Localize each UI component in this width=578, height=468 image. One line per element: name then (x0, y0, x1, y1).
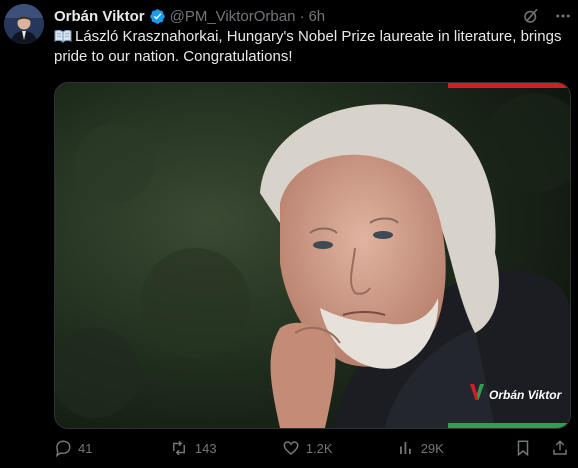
tweet-text: László Krasznahorkai, Hungary's Nobel Pr… (54, 27, 574, 67)
flag-stripe-red (448, 83, 570, 88)
more-options-icon[interactable] (554, 7, 572, 25)
like-button[interactable]: 1.2K (282, 439, 397, 457)
author-handle[interactable]: @PM_ViktorOrban (170, 8, 296, 25)
reply-button[interactable]: 41 (54, 439, 169, 457)
flag-stripe-green (448, 423, 570, 428)
portrait-photo (55, 83, 570, 428)
analytics-icon (397, 439, 415, 457)
tweet-timestamp[interactable]: 6h (308, 8, 325, 25)
repost-icon (169, 439, 189, 457)
repost-count: 143 (194, 440, 217, 456)
v-logo-icon (469, 383, 485, 406)
bookmark-icon (514, 439, 532, 457)
heart-icon (282, 439, 300, 457)
bookmark-button[interactable] (514, 439, 533, 457)
open-book-icon (54, 29, 72, 44)
reply-count: 41 (78, 440, 93, 456)
watermark-text: Orbán Viktor (489, 387, 562, 402)
share-icon (551, 439, 569, 457)
verified-badge-icon (149, 8, 166, 25)
author-name[interactable]: Orbán Viktor (54, 8, 145, 25)
tweet-header: Orbán Viktor @PM_ViktorOrban · 6h (54, 6, 538, 26)
like-count: 1.2K (305, 440, 333, 456)
avatar[interactable] (4, 4, 44, 44)
tweet-actions-bar: 41 143 1.2K 29K (54, 437, 569, 459)
reply-icon (54, 439, 72, 457)
tweet-media-image[interactable]: Orbán Viktor (54, 82, 571, 429)
watermark-logo: Orbán Viktor (469, 383, 561, 406)
share-button[interactable] (551, 439, 569, 457)
tweet-body-text: László Krasznahorkai, Hungary's Nobel Pr… (54, 28, 562, 65)
tweet-top-actions (522, 7, 572, 25)
repost-button[interactable]: 143 (169, 439, 282, 457)
separator-dot: · (299, 7, 305, 25)
views-button[interactable]: 29K (397, 439, 514, 457)
views-count: 29K (420, 440, 444, 456)
grok-icon[interactable] (522, 7, 540, 25)
